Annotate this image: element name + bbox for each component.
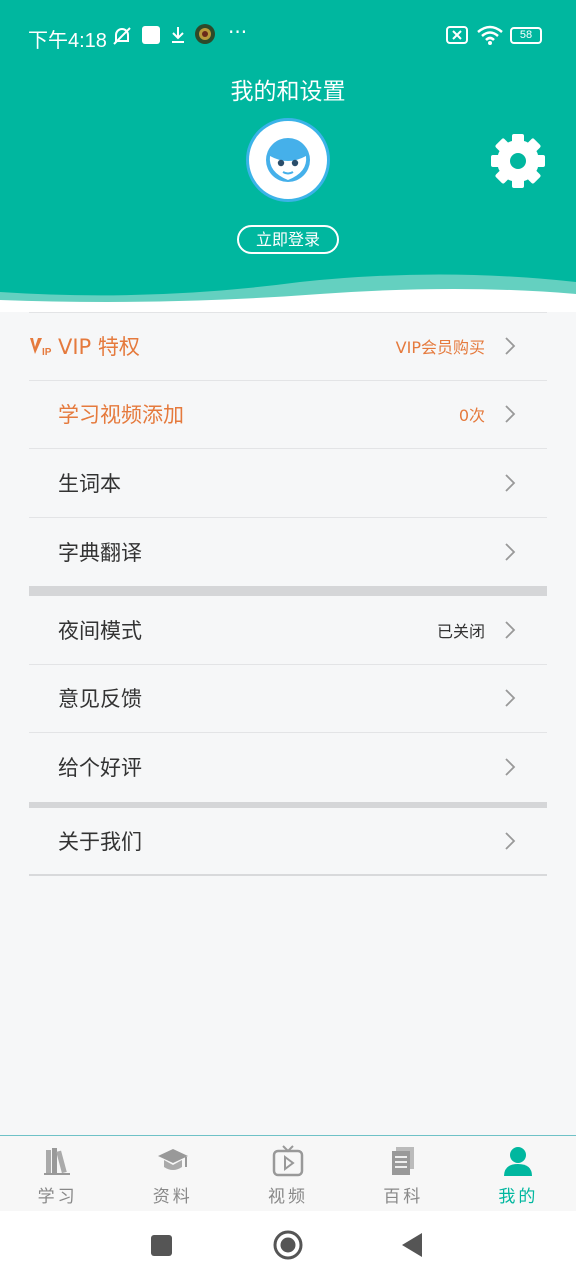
tab-mine[interactable]: 我的 bbox=[461, 1136, 576, 1211]
chevron-right-icon bbox=[505, 543, 516, 561]
home-button[interactable] bbox=[272, 1229, 304, 1261]
profile-header: 下午4:18 ··· 58 我的和设置 立即登录 bbox=[0, 0, 576, 312]
login-button[interactable]: 立即登录 bbox=[237, 225, 339, 254]
download-icon bbox=[172, 27, 184, 43]
tab-label: 资料 bbox=[152, 1187, 193, 1207]
status-bar: 下午4:18 ··· 58 bbox=[0, 18, 576, 54]
chevron-right-icon bbox=[505, 758, 516, 776]
graduation-cap-icon bbox=[157, 1149, 188, 1170]
menu-item-dictionary[interactable]: 字典翻译 bbox=[29, 518, 547, 587]
bottom-tab-bar: 学习 资料 视频 百科 我的 bbox=[0, 1135, 576, 1211]
dictionary-label: 字典翻译 bbox=[58, 540, 142, 565]
robot-avatar-icon bbox=[266, 138, 310, 182]
night-mode-status: 已关闭 bbox=[436, 621, 485, 641]
menu-item-video-add[interactable]: 学习视频添加 0次 bbox=[29, 381, 547, 449]
vocab-label: 生词本 bbox=[58, 471, 121, 496]
rate-label: 给个好评 bbox=[58, 756, 142, 781]
vip-value: VIP会员购买 bbox=[395, 338, 485, 358]
vip-label: VIP 特权 bbox=[58, 335, 140, 360]
chevron-right-icon bbox=[505, 621, 516, 639]
menu-item-about[interactable]: 关于我们 bbox=[29, 808, 547, 876]
books-icon bbox=[43, 1148, 70, 1175]
feedback-label: 意见反馈 bbox=[58, 687, 142, 712]
tab-video[interactable]: 视频 bbox=[230, 1136, 345, 1211]
chevron-right-icon bbox=[505, 689, 516, 707]
wifi-icon bbox=[477, 25, 503, 45]
video-add-count: 0次 bbox=[458, 406, 485, 426]
mute-icon bbox=[113, 27, 131, 45]
app-badge-icon bbox=[195, 24, 215, 44]
person-icon bbox=[504, 1147, 533, 1176]
battery-level: 58 bbox=[519, 29, 533, 41]
tab-label: 学习 bbox=[37, 1187, 78, 1207]
app-notification-icon bbox=[142, 26, 160, 44]
battery-icon: 58 bbox=[510, 27, 542, 44]
settings-list: IP VIP 特权 VIP会员购买 学习视频添加 0次 生词本 字典翻译 夜间模… bbox=[29, 312, 547, 876]
tab-label: 百科 bbox=[383, 1187, 424, 1207]
menu-item-vocab[interactable]: 生词本 bbox=[29, 449, 547, 518]
tab-label: 我的 bbox=[498, 1187, 539, 1207]
menu-item-rate[interactable]: 给个好评 bbox=[29, 733, 547, 802]
back-button[interactable] bbox=[400, 1232, 424, 1258]
chevron-right-icon bbox=[505, 405, 516, 423]
svg-text:IP: IP bbox=[42, 347, 52, 357]
chevron-right-icon bbox=[505, 337, 516, 355]
more-icon: ··· bbox=[228, 20, 248, 44]
tab-materials[interactable]: 资料 bbox=[115, 1136, 230, 1211]
tab-label: 视频 bbox=[268, 1187, 308, 1207]
menu-item-feedback[interactable]: 意见反馈 bbox=[29, 665, 547, 733]
avatar[interactable] bbox=[246, 118, 330, 202]
recents-button[interactable] bbox=[151, 1235, 172, 1256]
documents-icon bbox=[392, 1147, 415, 1175]
settings-gear-icon[interactable] bbox=[488, 131, 548, 191]
menu-item-vip[interactable]: IP VIP 特权 VIP会员购买 bbox=[29, 312, 547, 381]
tv-play-icon bbox=[272, 1145, 304, 1177]
page-title: 我的和设置 bbox=[230, 79, 346, 105]
chevron-right-icon bbox=[505, 832, 516, 850]
header-wave bbox=[0, 274, 576, 312]
chevron-right-icon bbox=[505, 474, 516, 492]
about-label: 关于我们 bbox=[58, 829, 142, 854]
video-add-label: 学习视频添加 bbox=[58, 403, 184, 428]
system-nav-bar bbox=[0, 1211, 576, 1280]
tab-encyclopedia[interactable]: 百科 bbox=[346, 1136, 461, 1211]
tab-study[interactable]: 学习 bbox=[0, 1136, 115, 1211]
section-divider bbox=[29, 586, 547, 596]
night-mode-label: 夜间模式 bbox=[58, 618, 142, 643]
no-sim-icon bbox=[446, 26, 468, 44]
menu-item-night-mode[interactable]: 夜间模式 已关闭 bbox=[29, 596, 547, 665]
vip-logo-icon: IP bbox=[30, 338, 52, 357]
status-time: 下午4:18 bbox=[28, 30, 107, 52]
